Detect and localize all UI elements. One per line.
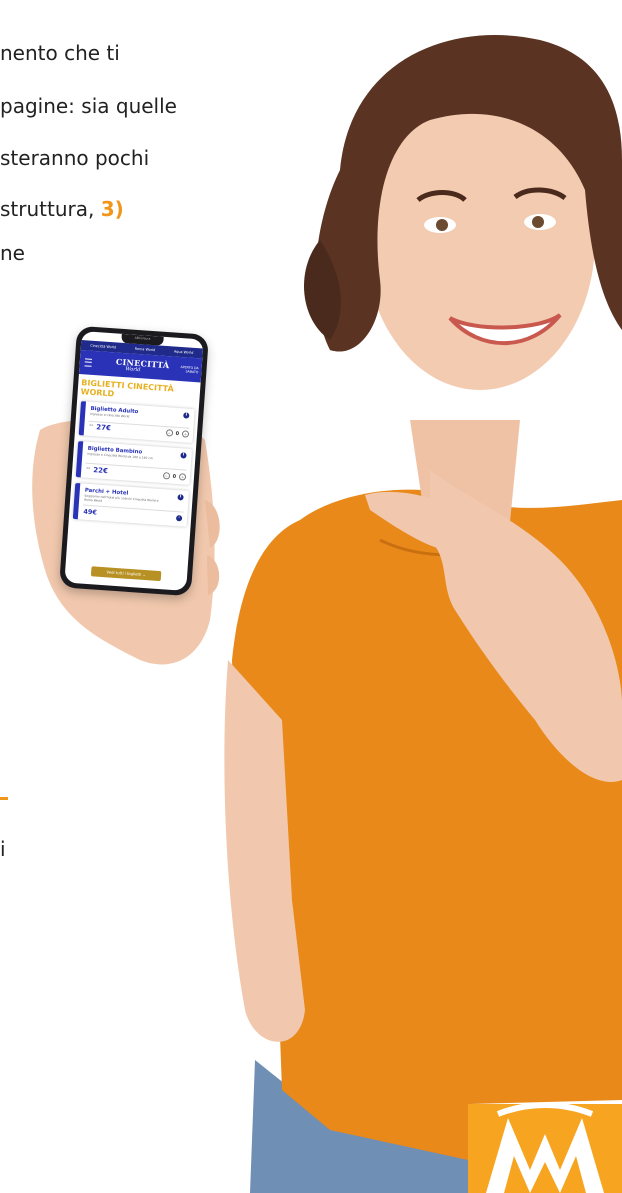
notch-label: ABCorsura (134, 335, 151, 341)
plus-button[interactable]: + (181, 430, 190, 438)
card-accent-strip (72, 482, 81, 520)
quantity-value: 0 (175, 430, 180, 437)
ticket-card-child[interactable]: Biglietto Bambino i Ingresso a Cinecittà… (75, 441, 192, 485)
quantity-stepper: − 0 + (162, 472, 187, 481)
card-accent-strip (75, 441, 84, 478)
info-icon[interactable]: i (183, 412, 190, 419)
brand-mark-logo (468, 1102, 622, 1193)
tab-cinecitta-world[interactable]: Cinecittà World (90, 344, 116, 350)
chevron-right-icon[interactable]: › (175, 515, 183, 522)
ticket-description: Ingresso a Cinecittà World (90, 411, 130, 419)
plus-button[interactable]: + (178, 473, 187, 481)
ticket-price: 27€ (95, 423, 112, 433)
page-title: BIGLIETTI CINECITTÀ WORLD (80, 378, 174, 398)
see-all-tickets-button[interactable]: Vedi tutti i biglietti ⌄ (90, 566, 162, 582)
ticket-price: 22€ (92, 466, 109, 476)
tab-aqua-world[interactable]: Aqua World (174, 350, 194, 355)
brand-logo-subtitle: World (125, 366, 141, 374)
opening-hours-label: APERTO DA SABATO (180, 365, 199, 375)
info-icon[interactable]: i (177, 494, 184, 501)
ticket-card-adult[interactable]: Biglietto Adulto i Ingresso a Cinecittà … (78, 401, 195, 444)
phone-body: ABCorsura Cinecittà World Roma World Aqu… (59, 325, 209, 597)
quantity-stepper: − 0 + (165, 429, 190, 438)
card-accent-strip (78, 401, 87, 436)
quantity-value: 0 (172, 473, 177, 480)
ticket-price: 49€ (83, 507, 98, 517)
smiling-woman-illustration (32, 35, 622, 1193)
info-icon[interactable]: i (180, 452, 187, 459)
phone-screen: ABCorsura Cinecittà World Roma World Aqu… (64, 331, 204, 591)
tab-roma-world[interactable]: Roma World (135, 347, 156, 352)
m-logo-icon (486, 1102, 604, 1193)
minus-button[interactable]: − (162, 472, 170, 480)
price-prefix: da (89, 422, 94, 428)
card-divider (82, 504, 184, 513)
ticket-description: Ingresso a Cinecittà World da 100 a 140 … (87, 451, 154, 461)
ticket-card-parks-hotel[interactable]: Parchi + Hotel i Soggiorno nell'hotel pi… (72, 482, 190, 527)
brand-logo[interactable]: CINECITTÀ (116, 357, 170, 371)
marketing-banner: nento che ti pagine: sia quelle steranno… (0, 0, 622, 1193)
price-prefix: da (86, 465, 91, 470)
hamburger-menu-icon[interactable] (84, 358, 93, 367)
minus-button[interactable]: − (165, 429, 173, 437)
phone-mockup: ABCorsura Cinecittà World Roma World Aqu… (59, 325, 209, 597)
